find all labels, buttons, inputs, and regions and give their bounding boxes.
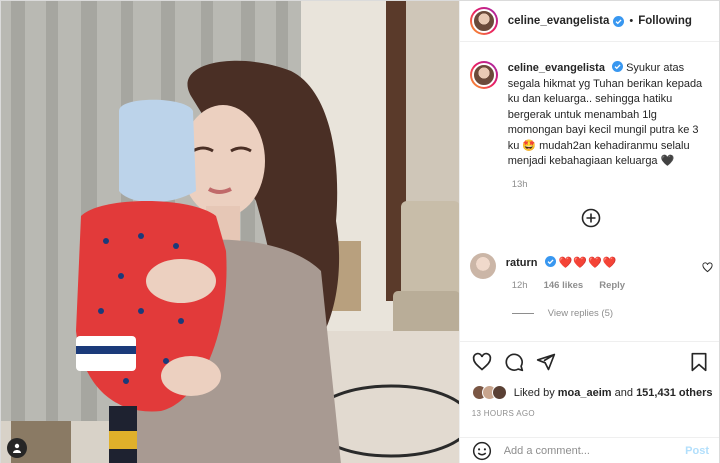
likes-others[interactable]: 151,431 others [636, 387, 712, 399]
verified-badge-icon [612, 61, 624, 72]
comment-item: raturn ❤️❤️❤️❤️ 12h 146 likes Reply [469, 253, 713, 291]
header-separator: • [629, 15, 634, 27]
liker-username[interactable]: moa_aeim [558, 387, 612, 399]
liker-avatar[interactable] [491, 385, 507, 400]
author-username[interactable]: celine_evangelista [508, 15, 610, 27]
comment-heart-icon[interactable] [702, 262, 713, 273]
caption-avatar[interactable] [469, 61, 498, 89]
heart-outline-icon[interactable] [472, 352, 492, 372]
likes-prefix: Liked by [513, 386, 555, 399]
action-bar [459, 341, 719, 377]
emoji-icon[interactable] [472, 441, 492, 461]
comment-icon[interactable] [504, 352, 524, 372]
comment-input[interactable] [503, 445, 686, 457]
verified-badge-icon [613, 15, 625, 27]
bookmark-icon[interactable] [689, 352, 709, 372]
liker-avatars [471, 385, 507, 400]
post-photo[interactable] [1, 1, 459, 463]
following-button[interactable]: Following [638, 15, 692, 27]
author-avatar[interactable] [469, 7, 498, 35]
photo-scene [1, 1, 459, 463]
add-comment-bar: Post [459, 437, 719, 463]
reply-button[interactable]: Reply [599, 280, 625, 291]
tag-user-icon[interactable] [7, 438, 27, 458]
comment-body: raturn ❤️❤️❤️❤️ [506, 256, 618, 279]
view-replies-label: View replies (5) [547, 308, 614, 319]
caption-time: 13h [511, 179, 528, 190]
caption-text-block: celine_evangelista Syukur atas segala hi… [508, 61, 708, 170]
commenter-avatar[interactable] [469, 253, 496, 279]
replies-divider [511, 313, 534, 314]
comment-likes[interactable]: 146 likes [544, 280, 584, 291]
caption-username[interactable]: celine_evangelista [508, 62, 605, 74]
comment-meta: 12h 146 likes Reply [512, 280, 625, 291]
verified-badge-icon [544, 256, 556, 267]
post-header: celine_evangelista • Following [459, 1, 719, 42]
commenter-username[interactable]: raturn [506, 257, 538, 269]
comment-time: 12h [511, 280, 528, 291]
add-circle-icon[interactable] [581, 208, 601, 228]
view-replies-button[interactable]: View replies (5) [511, 308, 614, 319]
post-window: celine_evangelista • Following celine_ev… [0, 0, 720, 463]
post-caption: celine_evangelista Syukur atas segala hi… [469, 61, 709, 170]
caption-body: Syukur atas segala hikmat yg Tuhan berik… [507, 62, 703, 167]
likes-summary: Liked by moa_aeim and 151,431 others [471, 385, 713, 400]
share-icon[interactable] [536, 352, 556, 372]
post-timestamp[interactable]: 13 HOURS AGO [472, 409, 535, 418]
post-side-panel: celine_evangelista • Following celine_ev… [458, 1, 719, 463]
post-button[interactable]: Post [685, 445, 709, 457]
likes-conjunction: and [614, 386, 633, 399]
comment-text: ❤️❤️❤️❤️ [558, 257, 618, 269]
